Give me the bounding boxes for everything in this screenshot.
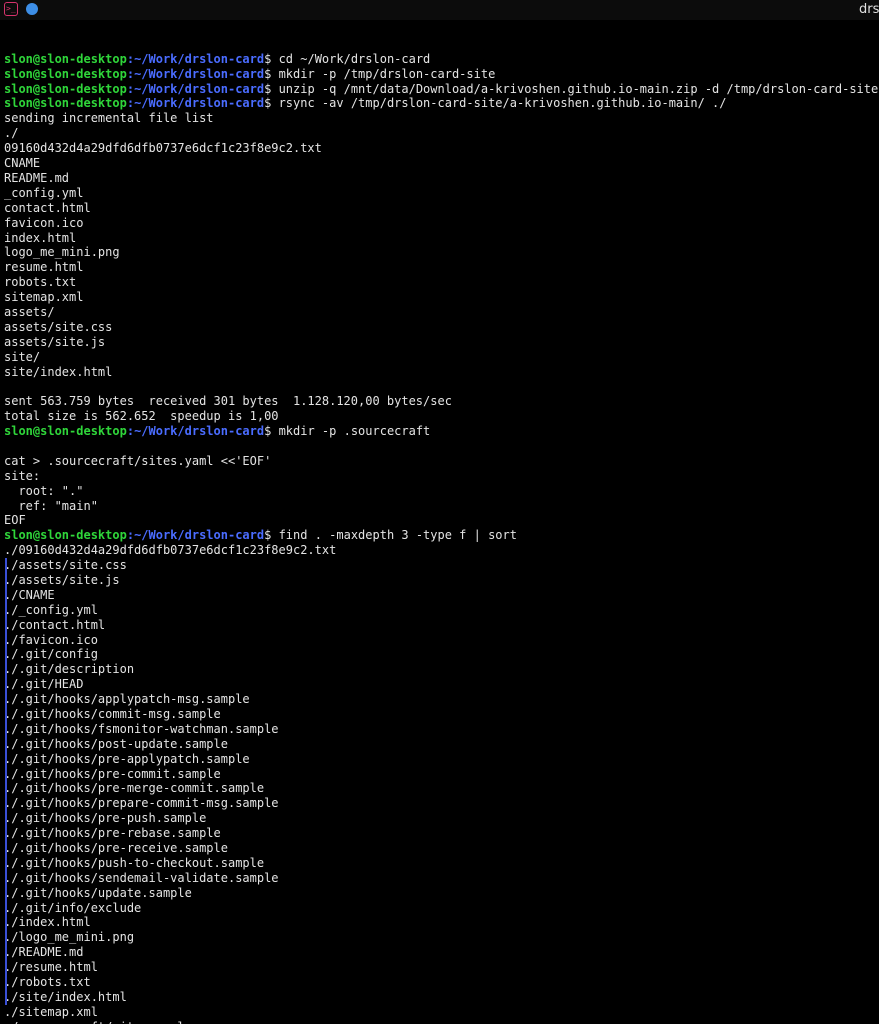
output-line: ref: "main" — [4, 498, 98, 513]
prompt-separator: : — [126, 528, 135, 543]
output-line: contact.html — [4, 200, 91, 215]
prompt-separator: : — [126, 96, 135, 111]
prompt-separator: : — [126, 51, 135, 66]
output-line: ./.git/hooks/prepare-commit-msg.sample — [4, 796, 279, 811]
output-line: ./.git/hooks/fsmonitor-watchman.sample — [4, 721, 279, 736]
prompt-path: ~/Work/drslon-card — [134, 66, 265, 81]
output-line: ./assets/site.css — [4, 558, 127, 573]
prompt-path: ~/Work/drslon-card — [134, 81, 265, 96]
output-line: ./.git/info/exclude — [4, 900, 142, 915]
output-line: ./.git/hooks/applypatch-msg.sample — [4, 692, 250, 707]
output-line: ./contact.html — [4, 617, 106, 632]
globe-icon[interactable] — [26, 3, 38, 15]
output-line: ./.git/description — [4, 662, 135, 677]
command-text: mkdir -p /tmp/drslon-card-site — [271, 66, 496, 81]
output-line: site/ — [4, 349, 41, 364]
output-line: ./.git/HEAD — [4, 677, 84, 692]
output-line: ./.git/hooks/push-to-checkout.sample — [4, 855, 265, 870]
output-line: ./.git/hooks/pre-receive.sample — [4, 841, 228, 856]
output-line: sitemap.xml — [4, 290, 84, 305]
command-text: unzip -q /mnt/data/Download/a-krivoshen.… — [271, 81, 879, 96]
output-line: cat > .sourcecraft/sites.yaml <<'EOF' — [4, 453, 272, 468]
output-line: ./index.html — [4, 915, 91, 930]
output-line: ./09160d432d4a29dfd6dfb0737e6dcf1c23f8e9… — [4, 543, 337, 558]
terminal-output[interactable]: slon@slon-desktop:~/Work/drslon-card$ cd… — [4, 22, 879, 1024]
prompt-path: ~/Work/drslon-card — [134, 424, 265, 439]
output-line: ./ — [4, 126, 19, 141]
output-line: resume.html — [4, 260, 84, 275]
prompt-user: slon@slon-desktop — [4, 66, 127, 81]
output-line: ./.git/hooks/pre-push.sample — [4, 811, 207, 826]
output-line: ./.sourcecraft/sites.yaml — [4, 1020, 879, 1024]
prompt-path: ~/Work/drslon-card — [134, 528, 265, 543]
output-line: ./README.md — [4, 945, 84, 960]
command-line: slon@slon-desktop:~/Work/drslon-card$ mk… — [4, 67, 879, 82]
output-line: robots.txt — [4, 275, 77, 290]
command-text: find . -maxdepth 3 -type f | sort — [271, 528, 517, 543]
command-text: rsync -av /tmp/drslon-card-site/a-krivos… — [271, 96, 727, 111]
output-line: ./CNAME — [4, 587, 55, 602]
output-line: logo_me_mini.png — [4, 245, 120, 260]
output-line: ./favicon.ico — [4, 632, 98, 647]
output-line: README.md — [4, 170, 70, 185]
selection-bar — [5, 558, 7, 1006]
output-line: site: — [4, 468, 41, 483]
terminal-icon[interactable]: >_ — [4, 2, 18, 16]
output-line: ./.git/hooks/pre-merge-commit.sample — [4, 781, 265, 796]
prompt-user: slon@slon-desktop — [4, 96, 127, 111]
output-line: ./.git/hooks/sendemail-validate.sample — [4, 870, 279, 885]
output-line: sent 563.759 bytes received 301 bytes 1.… — [4, 394, 452, 409]
command-line: slon@slon-desktop:~/Work/drslon-card$ mk… — [4, 424, 879, 439]
output-line: ./assets/site.js — [4, 572, 120, 587]
output-line: ./.git/config — [4, 647, 98, 662]
prompt-path: ~/Work/drslon-card — [134, 96, 265, 111]
output-line: ./.git/hooks/post-update.sample — [4, 736, 228, 751]
output-line: 09160d432d4a29dfd6dfb0737e6dcf1c23f8e9c2… — [4, 141, 322, 156]
command-line: slon@slon-desktop:~/Work/drslon-card$ fi… — [4, 528, 879, 543]
prompt-separator: : — [126, 424, 135, 439]
output-line: _config.yml — [4, 185, 84, 200]
prompt-user: slon@slon-desktop — [4, 424, 127, 439]
output-line: ./robots.txt — [4, 975, 91, 990]
output-line: total size is 562.652 speedup is 1,00 — [4, 409, 279, 424]
output-line: favicon.ico — [4, 215, 84, 230]
output-line: ./.git/hooks/pre-commit.sample — [4, 766, 221, 781]
output-line: ./.git/hooks/pre-rebase.sample — [4, 826, 221, 841]
output-line: assets/ — [4, 304, 55, 319]
output-line: site/index.html — [4, 364, 113, 379]
title-bar: >_ drsl — [0, 0, 879, 20]
prompt-path: ~/Work/drslon-card — [134, 51, 265, 66]
command-line: slon@slon-desktop:~/Work/drslon-card$ un… — [4, 82, 879, 97]
output-line: sending incremental file list — [4, 111, 214, 126]
command-line: slon@slon-desktop:~/Work/drslon-card$ rs… — [4, 96, 879, 111]
output-line: ./logo_me_mini.png — [4, 930, 135, 945]
output-line: ./sitemap.xml — [4, 1004, 98, 1019]
command-text: cd ~/Work/drslon-card — [271, 51, 431, 66]
output-line: ./.git/hooks/pre-applypatch.sample — [4, 751, 250, 766]
output-line: root: "." — [4, 483, 84, 498]
output-line: ./_config.yml — [4, 602, 98, 617]
output-line: index.html — [4, 230, 77, 245]
window-title: drsl — [859, 2, 879, 17]
output-line: assets/site.js — [4, 334, 106, 349]
output-line: ./.git/hooks/commit-msg.sample — [4, 707, 221, 721]
command-text: mkdir -p .sourcecraft — [271, 424, 431, 439]
prompt-separator: : — [126, 81, 135, 96]
output-line: assets/site.css — [4, 319, 113, 334]
output-line: ./site/index.html — [4, 989, 127, 1004]
output-line: ./.git/hooks/update.sample — [4, 885, 192, 900]
output-line: CNAME — [4, 156, 41, 171]
command-line: slon@slon-desktop:~/Work/drslon-card$ cd… — [4, 52, 879, 67]
prompt-user: slon@slon-desktop — [4, 528, 127, 543]
output-line: ./resume.html — [4, 960, 98, 975]
prompt-user: slon@slon-desktop — [4, 81, 127, 96]
output-line: EOF — [4, 513, 26, 528]
prompt-separator: : — [126, 66, 135, 81]
prompt-user: slon@slon-desktop — [4, 51, 127, 66]
